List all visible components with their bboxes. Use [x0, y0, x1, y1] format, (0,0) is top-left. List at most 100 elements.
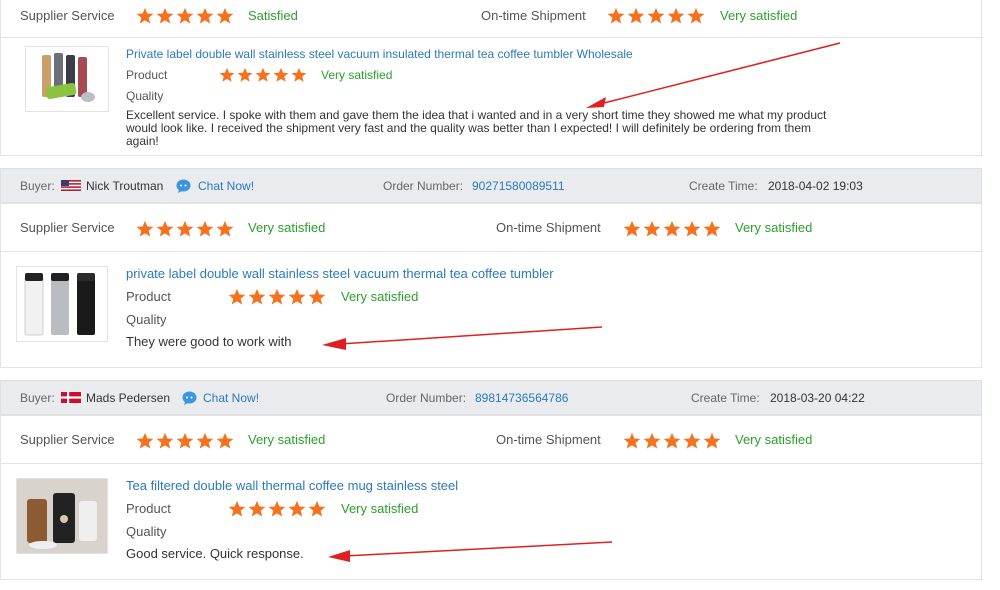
product-title-link[interactable]: private label double wall stainless stee…	[126, 266, 554, 281]
supplier-service-label: Supplier Service	[20, 432, 115, 447]
star-icon	[623, 432, 641, 449]
star-icon	[248, 288, 266, 305]
ontime-shipment-text: Very satisfied	[735, 432, 813, 447]
star-icon	[216, 7, 234, 24]
supplier-service-stars	[136, 432, 234, 450]
buyer-label: Buyer:	[20, 391, 55, 405]
service-rating-row: Supplier Service Very satisfied On-time …	[1, 416, 983, 464]
product-stars	[228, 288, 326, 306]
ontime-shipment-label: On-time Shipment	[481, 8, 586, 23]
buyer-info-bar: Buyer: Nick Troutman Chat Now! Order Num…	[0, 168, 982, 203]
product-thumbnail[interactable]	[16, 478, 108, 554]
buyer-name: Nick Troutman	[86, 179, 164, 193]
create-time-value: 2018-03-20 04:22	[770, 391, 865, 405]
create-time-label: Create Time:	[689, 179, 758, 193]
star-icon	[228, 288, 246, 305]
star-icon	[237, 67, 253, 82]
service-rating-row: Supplier Service Very satisfied On-time …	[1, 204, 983, 252]
star-icon	[216, 432, 234, 449]
dk-flag-icon	[61, 392, 81, 403]
star-icon	[136, 220, 154, 237]
star-icon	[627, 7, 645, 24]
review-comment: They were good to work with	[126, 334, 292, 349]
product-label: Product	[126, 68, 168, 82]
star-icon	[196, 220, 214, 237]
us-flag-icon	[61, 180, 81, 191]
star-icon	[136, 432, 154, 449]
star-icon	[703, 220, 721, 237]
ontime-shipment-stars	[607, 7, 705, 25]
ontime-shipment-text: Very satisfied	[735, 220, 813, 235]
star-icon	[647, 7, 665, 24]
buyer-info-bar: Buyer: Mads Pedersen Chat Now! Order Num…	[0, 380, 982, 415]
star-icon	[663, 432, 681, 449]
star-icon	[228, 500, 246, 517]
order-number-link[interactable]: 90271580089511	[472, 179, 565, 193]
buyer-name: Mads Pedersen	[86, 391, 171, 405]
product-label: Product	[126, 289, 171, 304]
quality-label: Quality	[126, 89, 164, 103]
star-icon	[156, 432, 174, 449]
product-title-link[interactable]: Tea filtered double wall thermal coffee …	[126, 478, 458, 493]
chat-bubble-icon[interactable]	[182, 391, 197, 405]
product-rating-text: Very satisfied	[341, 289, 419, 304]
supplier-service-label: Supplier Service	[20, 8, 115, 23]
star-icon	[176, 220, 194, 237]
product-rating-text: Very satisfied	[321, 68, 393, 82]
supplier-service-text: Satisfied	[248, 8, 298, 23]
star-icon	[683, 220, 701, 237]
star-icon	[623, 220, 641, 237]
star-icon	[196, 432, 214, 449]
product-stars	[219, 67, 307, 83]
chat-now-link[interactable]: Chat Now!	[203, 391, 259, 405]
ontime-shipment-stars	[623, 432, 721, 450]
order-number-link[interactable]: 89814736564786	[475, 391, 568, 405]
buyer-label: Buyer:	[20, 179, 55, 193]
ontime-shipment-text: Very satisfied	[720, 8, 798, 23]
star-icon	[176, 7, 194, 24]
product-title-link[interactable]: Private label double wall stainless stee…	[126, 47, 633, 61]
star-icon	[683, 432, 701, 449]
create-time-label: Create Time:	[691, 391, 760, 405]
star-icon	[291, 67, 307, 82]
star-icon	[288, 500, 306, 517]
review-comment: Good service. Quick response.	[126, 546, 304, 561]
star-icon	[219, 67, 235, 82]
review-card: Supplier Service Very satisfied On-time …	[0, 415, 983, 580]
star-icon	[268, 500, 286, 517]
supplier-service-label: Supplier Service	[20, 220, 115, 235]
star-icon	[196, 7, 214, 24]
product-stars	[228, 500, 326, 518]
review-card: Supplier Service Very satisfied On-time …	[0, 203, 983, 368]
star-icon	[288, 288, 306, 305]
chat-bubble-icon[interactable]	[176, 179, 191, 193]
star-icon	[607, 7, 625, 24]
star-icon	[273, 67, 289, 82]
review-card: Supplier Service Satisfied On-time Shipm…	[0, 0, 983, 156]
product-thumbnail[interactable]	[16, 266, 108, 342]
supplier-service-text: Very satisfied	[248, 432, 326, 447]
supplier-service-stars	[136, 7, 234, 25]
product-thumbnail[interactable]	[25, 46, 109, 112]
order-number-label: Order Number:	[386, 391, 467, 405]
star-icon	[156, 220, 174, 237]
star-icon	[308, 500, 326, 517]
product-rating-text: Very satisfied	[341, 501, 419, 516]
service-rating-row: Supplier Service Satisfied On-time Shipm…	[1, 0, 983, 38]
ontime-shipment-label: On-time Shipment	[496, 220, 601, 235]
ontime-shipment-stars	[623, 220, 721, 238]
quality-label: Quality	[126, 312, 167, 327]
star-icon	[703, 432, 721, 449]
star-icon	[156, 7, 174, 24]
quality-label: Quality	[126, 524, 167, 539]
star-icon	[308, 288, 326, 305]
star-icon	[687, 7, 705, 24]
star-icon	[248, 500, 266, 517]
order-number-label: Order Number:	[383, 179, 464, 193]
star-icon	[268, 288, 286, 305]
chat-now-link[interactable]: Chat Now!	[198, 179, 254, 193]
star-icon	[255, 67, 271, 82]
product-label: Product	[126, 501, 171, 516]
ontime-shipment-label: On-time Shipment	[496, 432, 601, 447]
star-icon	[176, 432, 194, 449]
